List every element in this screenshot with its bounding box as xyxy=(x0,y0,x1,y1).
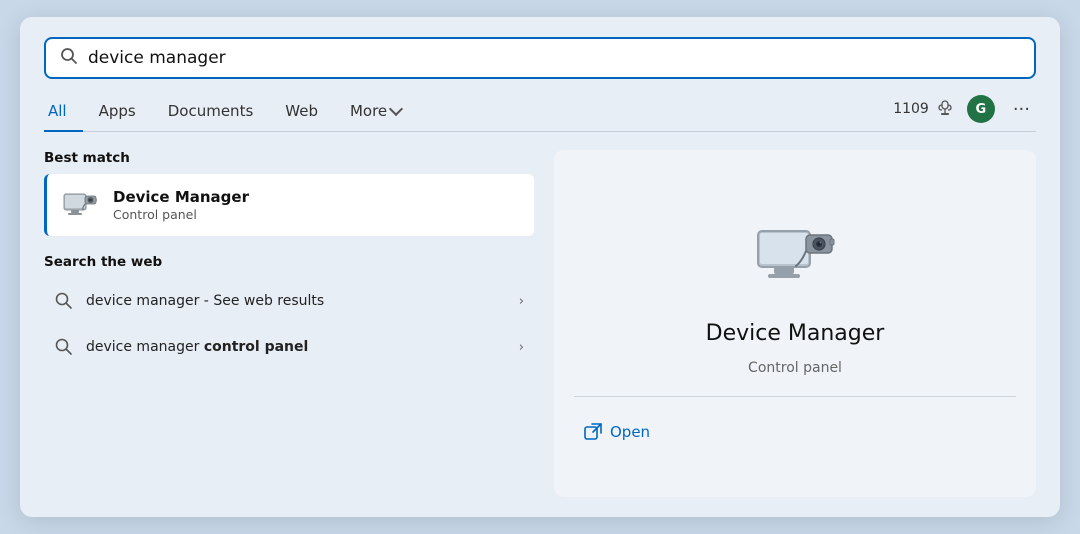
nav-right-area: 1109 G ··· xyxy=(893,95,1036,131)
web-result-1[interactable]: device manager - See web results › xyxy=(44,280,534,322)
more-options-button[interactable]: ··· xyxy=(1007,97,1036,122)
detail-app-icon xyxy=(750,211,840,301)
user-avatar[interactable]: G xyxy=(967,95,995,123)
match-title: Device Manager xyxy=(113,188,249,206)
best-match-label: Best match xyxy=(44,150,534,166)
open-button[interactable]: Open xyxy=(574,417,660,447)
chevron-down-icon xyxy=(389,102,403,116)
web-search-icon-2 xyxy=(54,337,74,357)
detail-subtitle: Control panel xyxy=(748,360,842,376)
web-section-label: Search the web xyxy=(44,254,534,270)
tab-all[interactable]: All xyxy=(44,96,83,132)
search-input[interactable] xyxy=(88,48,1020,68)
left-panel: Best match xyxy=(44,150,534,497)
nav-score: 1109 xyxy=(893,99,955,119)
trophy-icon xyxy=(935,99,955,119)
search-bar xyxy=(44,37,1036,79)
web-search-icon-1 xyxy=(54,291,74,311)
device-manager-app-icon xyxy=(61,186,99,224)
tab-apps[interactable]: Apps xyxy=(83,96,152,132)
best-match-item[interactable]: Device Manager Control panel xyxy=(44,174,534,236)
content-area: Best match xyxy=(44,150,1036,497)
match-subtitle: Control panel xyxy=(113,207,249,222)
web-result-text-1: device manager - See web results xyxy=(86,293,507,309)
search-icon xyxy=(60,47,78,69)
tab-web[interactable]: Web xyxy=(269,96,334,132)
right-panel: Device Manager Control panel Open xyxy=(554,150,1036,497)
web-result-chevron-1: › xyxy=(519,294,524,309)
match-info: Device Manager Control panel xyxy=(113,188,249,222)
divider xyxy=(574,396,1016,397)
web-result-2[interactable]: device manager control panel › xyxy=(44,326,534,368)
web-result-chevron-2: › xyxy=(519,340,524,355)
nav-tabs: All Apps Documents Web More 1109 G ··· xyxy=(44,95,1036,132)
web-result-text-2: device manager control panel xyxy=(86,339,507,355)
tab-more[interactable]: More xyxy=(334,96,417,132)
tab-documents[interactable]: Documents xyxy=(152,96,270,132)
open-external-icon xyxy=(584,423,602,441)
detail-title: Device Manager xyxy=(706,321,885,346)
search-panel: All Apps Documents Web More 1109 G ··· xyxy=(20,17,1060,517)
